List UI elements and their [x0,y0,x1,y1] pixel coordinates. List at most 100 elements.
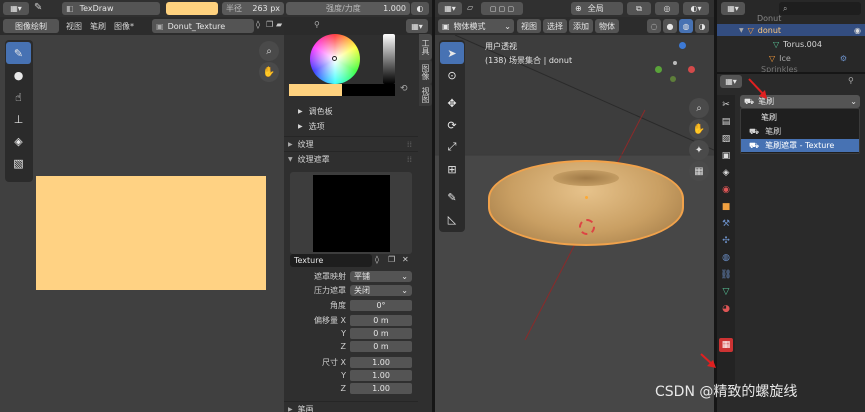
drag-handle-icon[interactable]: ⁞⁞ [407,155,412,164]
measure-tool-icon[interactable]: ◺ [440,208,464,230]
select-mode-group[interactable]: ▢ ▢ ▢ [481,2,523,15]
pin-icon[interactable]: ⚲ [314,20,320,29]
editor-type-button[interactable]: ▦▾ [438,2,462,15]
mask-texture-preview[interactable] [313,175,390,252]
sub-panel-palette[interactable]: ▶ 调色板 [290,105,418,118]
object-mode-dropdown[interactable]: ▣ 物体模式 ⌄ [438,19,514,33]
zoom-icon[interactable]: ⌕ [689,98,709,118]
primary-color-bar[interactable] [289,84,342,96]
offset-x-field[interactable]: 0 m [350,315,412,326]
texture-name-field[interactable]: Texture [290,254,372,267]
panel-texture[interactable]: ▶ 纹理 ⁞⁞ [284,136,418,151]
size-z-field[interactable]: 1.00 [350,383,412,394]
rotate-tool-icon[interactable]: ⟳ [440,114,464,136]
properties-type-button[interactable]: ▦▾ [720,75,742,88]
color-wheel[interactable] [310,34,360,84]
smear-tool-icon[interactable]: ☝ [6,86,31,108]
menu-view[interactable]: 视图 [517,19,541,33]
move-tool-icon[interactable]: ✥ [440,92,464,114]
shading-solid-icon[interactable]: ● [663,19,677,33]
grid-view-icon[interactable]: ▦ [689,161,709,181]
new-texture-icon[interactable]: ❐ [388,255,395,264]
panel-stroke[interactable]: ▶ 笔画 [284,401,418,412]
physics-tab-icon[interactable]: ◍ [719,251,733,265]
popup-item-brush[interactable]: ⛟ 笔刷 [741,125,859,138]
image-name-field[interactable]: ▣ Donut_Texture [152,19,254,33]
3d-cursor-icon[interactable] [579,219,595,235]
popup-item-brush-mask[interactable]: ⛟ 笔刷遮罩 - Texture [741,139,859,152]
extra-options-icon[interactable]: ▦▾ [406,19,428,33]
folder-icon[interactable]: ▰ [276,20,282,29]
outliner-type-button[interactable]: ▦▾ [721,2,745,15]
menu-image[interactable]: 图像* [114,21,134,32]
material-tab-icon[interactable]: ◕ [719,302,733,316]
annotate-tool-icon[interactable]: ✎ [440,186,464,208]
shading-wire-icon[interactable]: ◌ [647,19,661,33]
outliner-search-field[interactable]: ⌕ [779,2,861,15]
fill-tool-icon[interactable]: ◈ [6,130,31,152]
tool-tab-icon[interactable]: ✂ [719,98,733,112]
soften-tool-icon[interactable]: ● [6,64,31,86]
mask-mapping-select[interactable]: 平铺 ⌄ [350,271,412,282]
clone-tool-icon[interactable]: ⊥ [6,108,31,130]
hand-pan-icon[interactable]: ✋ [259,62,279,82]
unlink-icon[interactable]: ✕ [402,255,409,264]
shield-icon[interactable]: ◊ [256,20,260,29]
sub-panel-options[interactable]: ▶ 选项 [290,120,418,133]
size-x-field[interactable]: 1.00 [350,357,412,368]
menu-object[interactable]: 物体 [595,19,619,33]
render-tab-icon[interactable]: ▤ [719,115,733,129]
menu-brush[interactable]: 笔刷 [90,21,106,32]
tab-tool[interactable]: 工具 [419,34,432,60]
constraints-tab-icon[interactable]: ⛓ [719,268,733,282]
navigation-gizmo[interactable] [652,40,696,84]
modifier-tab-icon[interactable]: ⚒ [719,217,733,231]
mask-tool-icon[interactable]: ▧ [6,152,31,174]
select-cursor-icon[interactable]: ➤ [440,42,464,64]
view-layer-tab-icon[interactable]: ▣ [719,149,733,163]
outliner-item-donut-collection[interactable]: Donut [757,14,781,23]
snap-icon[interactable]: ⧉ [627,2,651,15]
value-slider[interactable] [383,34,395,84]
overlay-icon[interactable]: ◐▾ [683,2,709,15]
menu-add[interactable]: 添加 [569,19,593,33]
scale-tool-icon[interactable]: ⤢ [440,136,464,158]
menu-select[interactable]: 选择 [543,19,567,33]
transform-orientation-dropdown[interactable]: ⊕ 全局 [571,2,623,15]
tab-image[interactable]: 图像 [419,60,432,84]
radius-field[interactable]: 半径 263 px [222,2,284,15]
object-tab-icon[interactable]: ■ [719,200,733,214]
swap-colors-icon[interactable]: ⟲ [400,84,408,94]
outliner-item-ice[interactable]: ▽ Ice ⚙ [717,52,865,64]
camera-icon[interactable]: ✦ [689,140,709,160]
brush-name-field[interactable]: ◧ TexDraw [62,2,160,15]
offset-z-field[interactable]: 0 m [350,341,412,352]
size-y-field[interactable]: 1.00 [350,370,412,381]
proportional-edit-icon[interactable]: ◎ [655,2,679,15]
outliner-item-torus[interactable]: ▽ Torus.004 [717,38,865,50]
texture-tab-icon[interactable]: ▦ [719,338,733,352]
pressure-toggle-icon[interactable]: ◐ [411,2,429,15]
duplicate-icon[interactable]: ❐ [266,20,273,29]
draw-tool-icon[interactable]: ✎ [6,42,31,64]
panel-texture-mask[interactable]: ▼ 纹理遮罩 ⁞⁞ [284,151,418,166]
transform-tool-icon[interactable]: ⊞ [440,158,464,180]
data-tab-icon[interactable]: ▽ [719,285,733,299]
world-tab-icon[interactable]: ◉ [719,183,733,197]
scene-tab-icon[interactable]: ◈ [719,166,733,180]
editor-type-button[interactable]: ▦▾ [3,2,29,15]
cursor-tool-icon[interactable]: ⊙ [440,64,464,86]
eye-icon[interactable]: ◉ [854,26,861,35]
select-box-icon[interactable]: ▱ [467,3,473,12]
hand-pan-icon[interactable]: ✋ [689,119,709,139]
secondary-color-bar[interactable] [342,84,395,96]
image-paint-mode-dropdown[interactable]: 图像绘制 [3,19,59,33]
zoom-icon[interactable]: ⌕ [259,41,279,61]
particles-tab-icon[interactable]: ✣ [719,234,733,248]
tab-view[interactable]: 视图 [419,84,432,106]
shading-rendered-icon[interactable]: ◑ [695,19,709,33]
color-swatch[interactable] [166,2,218,15]
pressure-mask-select[interactable]: 关闭 ⌄ [350,285,412,296]
pin-icon[interactable]: ⚲ [848,76,854,85]
output-tab-icon[interactable]: ▨ [719,132,733,146]
